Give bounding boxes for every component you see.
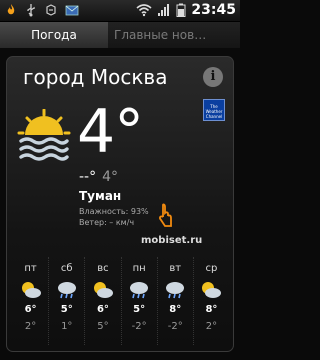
forecast-low: -2°	[131, 321, 147, 332]
debug-icon	[46, 4, 56, 16]
forecast-day-name: пн	[132, 263, 146, 274]
city-name: город Москва	[23, 65, 168, 89]
forecast-day-name: вт	[169, 263, 182, 274]
forecast-day-name: ср	[205, 263, 218, 274]
tab-weather[interactable]: Погода	[0, 22, 108, 48]
flame-icon	[7, 4, 15, 15]
forecast-low: 2°	[24, 321, 37, 332]
signal-icon	[158, 4, 170, 16]
forecast-day: сб 5° 1°	[49, 257, 86, 345]
low-temp: 4°	[102, 169, 119, 185]
forecast-high: 8°	[169, 304, 182, 315]
tab-bar: Погода Главные нов…	[0, 22, 240, 48]
forecast-strip: пт 6° 2° сб 5° 1° вс 6° 5° пн 5° -2° вт …	[13, 257, 229, 345]
forecast-day: ср 8° 2°	[194, 257, 229, 345]
humidity-text: Влажность: 93%	[79, 207, 149, 216]
forecast-high: 8°	[205, 304, 218, 315]
touch-icon	[159, 203, 172, 227]
sun-cloud-icon	[202, 282, 222, 298]
forecast-day: пт 6° 2°	[13, 257, 50, 345]
forecast-day-name: сб	[60, 263, 73, 274]
sun-cloud-icon	[21, 282, 41, 298]
forecast-day: вт 8° -2°	[158, 257, 194, 345]
info-icon[interactable]: i	[203, 67, 223, 87]
rain-icon	[130, 282, 149, 299]
forecast-day: пн 5° -2°	[122, 257, 158, 345]
forecast-high: 6°	[24, 304, 37, 315]
forecast-low: -2°	[167, 321, 183, 332]
rain-icon	[166, 282, 185, 299]
weather-channel-logo: The Weather Channel	[203, 99, 225, 121]
forecast-day: вс 6° 5°	[85, 257, 122, 345]
status-bar: 23:45	[0, 0, 240, 22]
forecast-high: 5°	[133, 304, 146, 315]
high-temp: --°	[79, 169, 97, 185]
current-temperature: 4°	[77, 97, 144, 167]
forecast-high: 5°	[60, 304, 73, 315]
forecast-low: 5°	[97, 321, 109, 332]
weather-card: город Москва i The Weather Channel 4° --° 4…	[6, 56, 234, 352]
rain-icon	[57, 282, 76, 299]
status-clock: 23:45	[191, 2, 236, 18]
battery-icon	[176, 3, 186, 17]
forecast-high: 6°	[96, 304, 109, 315]
sun-cloud-icon	[93, 282, 113, 298]
forecast-low: 2°	[205, 321, 218, 332]
forecast-day-name: вс	[97, 263, 109, 274]
wind-text: Ветер: – км/ч	[79, 218, 135, 227]
hi-lo: --° 4°	[79, 169, 118, 185]
wifi-icon	[136, 4, 152, 17]
fog-icon	[17, 109, 71, 161]
mail-icon	[65, 5, 79, 16]
watermark: mobiset.ru	[141, 235, 203, 246]
tab-top-news[interactable]: Главные нов…	[108, 22, 240, 48]
usb-icon	[27, 4, 35, 17]
condition-text: Туман	[79, 189, 122, 203]
forecast-day-name: пт	[24, 263, 37, 274]
forecast-low: 1°	[61, 321, 73, 332]
